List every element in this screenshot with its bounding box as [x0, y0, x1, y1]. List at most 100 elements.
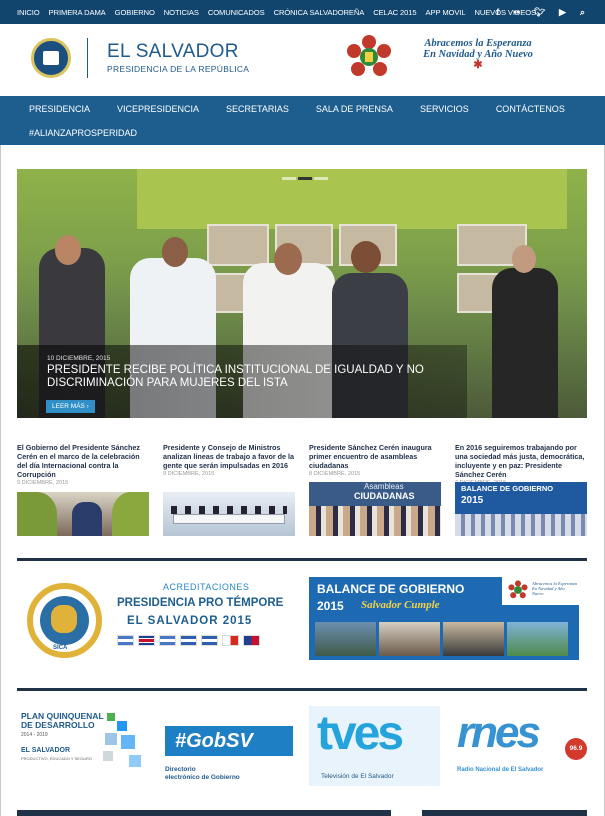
backdrop-photo — [207, 224, 269, 266]
sica-label: SICA — [53, 645, 68, 651]
twitter-icon[interactable]: 🐦︎ — [534, 7, 545, 18]
news-item[interactable]: Presidente y Consejo de Ministros analiz… — [163, 443, 295, 477]
news-thumbnail[interactable]: BALANCE DE GOBIERNO 2015 — [455, 482, 587, 536]
thumb-caption: CIUDADANAS — [354, 491, 415, 501]
gobsv-logo[interactable]: #GobSV Directorio electrónico de Gobiern… — [163, 712, 295, 788]
main-nav-row: PRESIDENCIA VICEPRESIDENCIA SECRETARIAS … — [0, 96, 605, 121]
slider-caption: 10 DICIEMBRE, 2015 PRESIDENTE RECIBE POL… — [17, 345, 467, 418]
thumb-caption: BALANCE DE GOBIERNO — [461, 484, 554, 493]
plan-years: 2014 - 2019 — [21, 732, 48, 738]
gobsv-subtitle: Directorio electrónico de Gobierno — [165, 766, 240, 782]
flag-icon — [201, 635, 218, 646]
top-nav-noticias[interactable]: NOTICIAS — [164, 8, 199, 17]
gobsv-label: #GobSV — [165, 726, 293, 756]
news-date: 9 DICIEMBRE, 2015 — [17, 480, 69, 486]
balance-campaign-text: Abracemos la Esperanza En Navidad y Año … — [532, 581, 577, 596]
top-nav-cronica[interactable]: CRÓNICA SALVADOREÑA — [274, 8, 365, 17]
balance-photo — [315, 622, 376, 656]
plan-country: EL SALVADOR — [21, 747, 71, 754]
christmas-flower-icon — [347, 35, 391, 76]
news-title[interactable]: El Gobierno del Presidente Sánchez Cerén… — [17, 443, 149, 479]
tves-label: tves — [317, 707, 404, 760]
balance-photo — [507, 622, 568, 656]
nav-alianza-prosperidad[interactable]: #ALIANZAPROSPERIDAD — [29, 128, 137, 138]
gobsv-sub-2: electrónico de Gobierno — [165, 774, 240, 781]
flag-icon — [138, 635, 155, 646]
flag-icon — [180, 635, 197, 646]
section-divider — [17, 688, 587, 691]
nav-vicepresidencia[interactable]: VICEPRESIDENCIA — [117, 104, 199, 114]
tves-subtitle: Televisión de El Salvador — [321, 773, 394, 780]
flag-icon — [222, 635, 239, 646]
slider-backdrop — [137, 169, 567, 229]
national-seal-logo[interactable] — [31, 38, 71, 78]
news-item[interactable]: En 2016 seguiremos trabajando por una so… — [455, 443, 587, 486]
person-head — [512, 245, 536, 273]
slide-title[interactable]: PRESIDENTE RECIBE POLÍTICA INSTITUCIONAL… — [47, 364, 467, 390]
rnes-subtitle: Radio Nacional de El Salvador — [457, 767, 544, 773]
youtube-icon[interactable]: ▶ — [559, 7, 566, 18]
news-thumbnail[interactable]: Asambleas CIUDADANAS — [309, 482, 441, 536]
news-thumbnail[interactable] — [163, 492, 295, 536]
balance-photo — [379, 622, 440, 656]
campaign-slogan: Abracemos la Esperanza En Navidad y Año … — [417, 38, 539, 71]
flag-icon — [243, 635, 260, 646]
plan-quinquenal-logo[interactable]: PLAN QUINQUENAL DE DESARROLLO 2014 - 201… — [17, 710, 149, 786]
accreditations-banner[interactable]: SICA ACREDITACIONES PRESIDENCIA PRO TÉMP… — [17, 575, 293, 665]
news-title[interactable]: Presidente y Consejo de Ministros analiz… — [163, 443, 295, 470]
brand[interactable]: EL SALVADOR PRESIDENCIA DE LA REPÚBLICA — [107, 42, 250, 75]
person — [492, 268, 558, 418]
person-head — [55, 235, 81, 265]
top-nav-app-movil[interactable]: APP MOVIL — [426, 8, 466, 17]
top-nav-comunicados[interactable]: COMUNICADOS — [208, 8, 265, 17]
campaign-line-1: Abracemos la Esperanza — [424, 38, 532, 49]
footer-divider — [17, 810, 391, 816]
top-nav: INICIO PRIMERA DAMA GOBIERNO NOTICIAS CO… — [0, 8, 545, 17]
nav-servicios[interactable]: SERVICIOS — [420, 104, 469, 114]
plan-line-2: DE DESARROLLO — [21, 720, 95, 730]
top-nav-primera-dama[interactable]: PRIMERA DAMA — [49, 8, 106, 17]
thumb-caption: 2015 — [461, 495, 484, 506]
news-thumbnail[interactable] — [17, 492, 149, 536]
nav-presidencia[interactable]: PRESIDENCIA — [29, 104, 90, 114]
christmas-flower-icon — [508, 580, 528, 599]
slider-dots — [282, 177, 328, 180]
rnes-logo[interactable]: rnes 96.9 fm Radio Nacional de El Salvad… — [455, 708, 587, 782]
site-header: EL SALVADOR PRESIDENCIA DE LA REPÚBLICA … — [0, 24, 605, 96]
rnes-label: rnes — [457, 708, 541, 757]
read-more-button[interactable]: LEER MÁS › — [46, 400, 95, 413]
top-nav-gobierno[interactable]: GOBIERNO — [115, 8, 155, 17]
balance-banner[interactable]: BALANCE DE GOBIERNO 2015 Salvador Cumple… — [309, 577, 579, 660]
facebook-icon[interactable]: f — [496, 7, 499, 17]
flag-icon — [117, 635, 134, 646]
news-title[interactable]: En 2016 seguiremos trabajando por una so… — [455, 443, 587, 479]
social-links: f •• 🐦︎ ▶ ⌕ — [496, 0, 585, 24]
main-nav-row-2: #ALIANZAPROSPERIDAD — [0, 121, 605, 145]
search-icon[interactable]: ⌕ — [580, 7, 585, 18]
news-date: 9 DICIEMBRE, 2015 — [163, 471, 215, 477]
acc-line-2: EL SALVADOR 2015 — [127, 615, 253, 627]
person-head — [274, 243, 302, 275]
nav-contactenos[interactable]: CONTÁCTENOS — [496, 104, 565, 114]
balance-photos — [315, 622, 568, 656]
slider-dot-active[interactable] — [298, 177, 312, 180]
news-title[interactable]: Presidente Sánchez Cerén inaugura primer… — [309, 443, 441, 470]
slider-dot[interactable] — [314, 177, 328, 180]
news-date: 8 DICIEMBRE, 2015 — [309, 471, 361, 477]
news-item[interactable]: El Gobierno del Presidente Sánchez Cerén… — [17, 443, 149, 486]
nav-secretarias[interactable]: SECRETARIAS — [226, 104, 289, 114]
news-item[interactable]: Presidente Sánchez Cerén inaugura primer… — [309, 443, 441, 477]
tves-logo[interactable]: tves Televisión de El Salvador — [309, 706, 440, 786]
top-nav-celac[interactable]: CELAC 2015 — [373, 8, 416, 17]
gobsv-sub-1: Directorio — [165, 766, 196, 773]
flag-icon — [159, 635, 176, 646]
plan-tagline: PRODUCTIVO, EDUCADO Y SEGURO — [21, 756, 92, 761]
person-head — [162, 237, 188, 267]
section-divider — [17, 558, 587, 561]
top-nav-inicio[interactable]: INICIO — [17, 8, 40, 17]
flickr-icon[interactable]: •• — [513, 7, 519, 17]
nav-sala-de-prensa[interactable]: SALA DE PRENSA — [316, 104, 393, 114]
member-flags — [117, 635, 260, 646]
slider-dot[interactable] — [282, 177, 296, 180]
brand-subtitle: PRESIDENCIA DE LA REPÚBLICA — [107, 64, 250, 74]
